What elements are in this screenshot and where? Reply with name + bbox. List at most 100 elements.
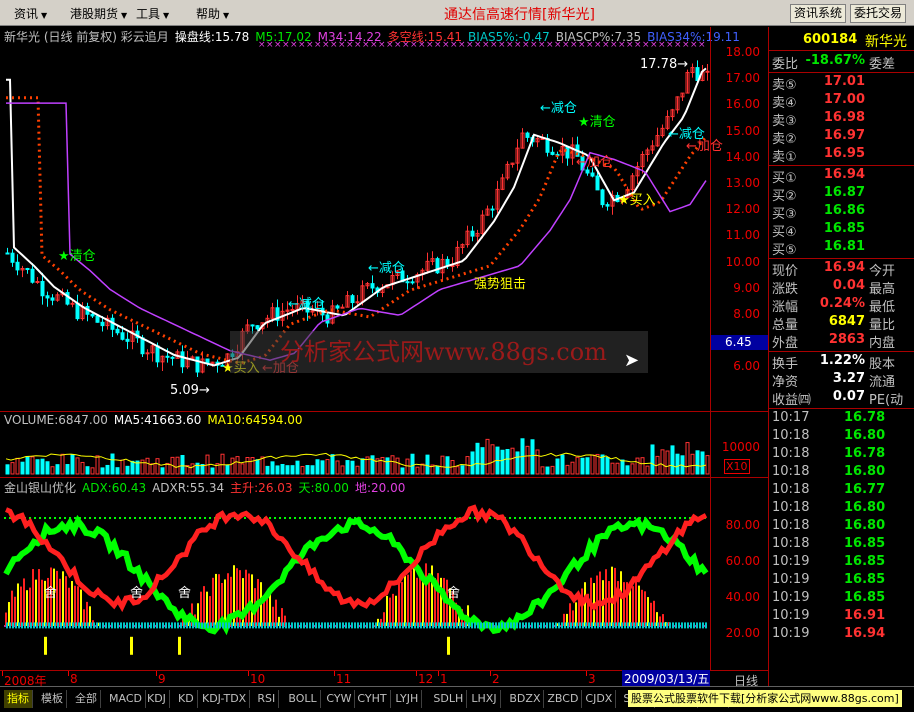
volume-bar: [580, 457, 585, 475]
signal-mark: ×: [698, 40, 706, 50]
row-right-label: 量比: [869, 318, 896, 333]
volume-bar: [255, 459, 260, 475]
indicator-tab[interactable]: CYW: [323, 690, 356, 708]
indicator-tab[interactable]: KD: [175, 690, 198, 708]
volume-bar: [280, 463, 285, 475]
row-right-label: 流通: [869, 375, 896, 390]
volume-bar: [400, 467, 405, 475]
info-system-button[interactable]: 资讯系统: [790, 4, 846, 23]
row-value: -18.67%: [805, 53, 865, 68]
date-tick: [416, 671, 417, 676]
volume-bar: [695, 450, 700, 475]
menu-hk-futures[interactable]: 港股期货 ▼: [70, 5, 127, 22]
volume-bar: [315, 459, 320, 475]
indicator-tab[interactable]: 全部: [72, 690, 101, 708]
volume-bar: [50, 466, 55, 475]
baseline-tick: [270, 622, 272, 629]
trade-button[interactable]: 委托交易: [850, 4, 906, 23]
baseline-tick: [78, 622, 80, 629]
volume-chart[interactable]: VOLUME:6847.00 MA5:41663.60 MA10:64594.00 …: [0, 412, 768, 478]
baseline-tick: [696, 622, 698, 629]
indicator-tab[interactable]: SDLH: [430, 690, 468, 708]
baseline-tick: [591, 622, 593, 629]
indicator-tab[interactable]: KDJ: [144, 690, 170, 708]
baseline-tick: [6, 622, 8, 629]
volume-bar: [90, 467, 95, 475]
baseline-tick: [132, 622, 134, 629]
baseline-tick: [480, 622, 482, 629]
baseline-tick: [15, 622, 17, 629]
stat-row: 净资 3.27 流通: [769, 371, 914, 390]
baseline-tick: [117, 622, 119, 629]
indicator-tab[interactable]: BDZX: [506, 690, 545, 708]
indicator-tab[interactable]: MACD: [106, 690, 146, 708]
baseline-tick: [21, 622, 23, 629]
candle-body: [595, 175, 600, 191]
tick-time: 10:18: [772, 464, 810, 479]
stat-row: 收益㈣ 0.07 PE(动: [769, 389, 914, 408]
baseline-tick: [606, 622, 608, 629]
baseline-tick: [315, 622, 317, 629]
indicator-tab[interactable]: BOLL: [285, 690, 321, 708]
signal-mark: ×: [642, 40, 650, 50]
volume-bar: [145, 457, 150, 475]
baseline-tick: [183, 622, 185, 629]
volume-bar: [295, 460, 300, 475]
baseline-tick: [54, 622, 56, 629]
date-axis-label: 12: [418, 672, 434, 686]
tick-time: 10:18: [772, 536, 810, 551]
indicator-tab[interactable]: RSI: [254, 690, 280, 708]
baseline-tick: [18, 622, 20, 629]
volume-bar: [650, 444, 655, 475]
indicator-tab[interactable]: ZBCD: [544, 690, 583, 708]
baseline-tick: [423, 622, 425, 629]
signal-mark: ×: [330, 40, 338, 50]
indicator-tab[interactable]: 模板: [38, 690, 67, 708]
baseline-tick: [87, 622, 89, 629]
menu-help[interactable]: 帮助 ▼: [196, 5, 229, 22]
signal-add-position: ←加仓: [576, 155, 613, 170]
indicator-tab[interactable]: 指标: [4, 690, 33, 708]
baseline-tick: [321, 622, 323, 629]
tick-price: 16.85: [844, 536, 886, 551]
row-label: 卖③: [772, 114, 797, 129]
menu-info[interactable]: 资讯 ▼: [14, 5, 47, 22]
baseline-tick: [366, 622, 368, 629]
indicator-mark: 舍: [178, 586, 192, 601]
menu-tools[interactable]: 工具 ▼: [136, 5, 169, 22]
date-tick: [68, 671, 69, 676]
baseline-tick: [567, 622, 569, 629]
ask-row: 卖⑤ 17.01: [769, 74, 914, 93]
baseline-tick: [201, 622, 203, 629]
row-value: 16.97: [823, 128, 865, 143]
baseline-tick: [495, 622, 497, 629]
signal-clear-position: ★清仓: [58, 249, 96, 264]
baseline-tick: [348, 622, 350, 629]
baseline-tick: [435, 622, 437, 629]
baseline-tick: [687, 622, 689, 629]
indicator-tab[interactable]: LYJH: [392, 690, 423, 708]
high-price-label: 17.78→: [640, 57, 689, 72]
volume-bar: [45, 461, 50, 475]
volume-bar: [225, 464, 230, 475]
indicator-tab[interactable]: KDJ-TDX: [199, 690, 251, 708]
candle-body: [370, 283, 375, 289]
indicator-chart[interactable]: 金山银山优化 ADX:60.43 ADXR:55.34 主升:26.03 天:80.00…: [0, 478, 768, 670]
indicator-tab[interactable]: CJDX: [582, 690, 617, 708]
row-right-label: 今开: [869, 264, 896, 279]
stock-code: 600184: [803, 32, 858, 47]
volume-bar: [20, 461, 25, 475]
volume-bar: [540, 466, 545, 475]
candle-body: [40, 281, 45, 297]
footer-banner[interactable]: 股票公式股票软件下载[分析家公式网www.88gs.com]: [628, 690, 902, 707]
indicator-tab-bar: 指标 模板 全部 MACD KDJ KD KDJ-TDX RSI BOLL CYW CYHT LYJH…: [0, 686, 914, 712]
signal-mark: ×: [602, 40, 610, 50]
indicator-tab[interactable]: CYHT: [354, 690, 391, 708]
tick-price: 16.77: [844, 482, 886, 497]
baseline-tick: [312, 622, 314, 629]
baseline-tick: [111, 622, 113, 629]
volume-bar: [510, 447, 515, 475]
arrow-icon: →: [198, 383, 210, 398]
indicator-tab[interactable]: LHXJ: [468, 690, 501, 708]
baseline-tick: [267, 622, 269, 629]
